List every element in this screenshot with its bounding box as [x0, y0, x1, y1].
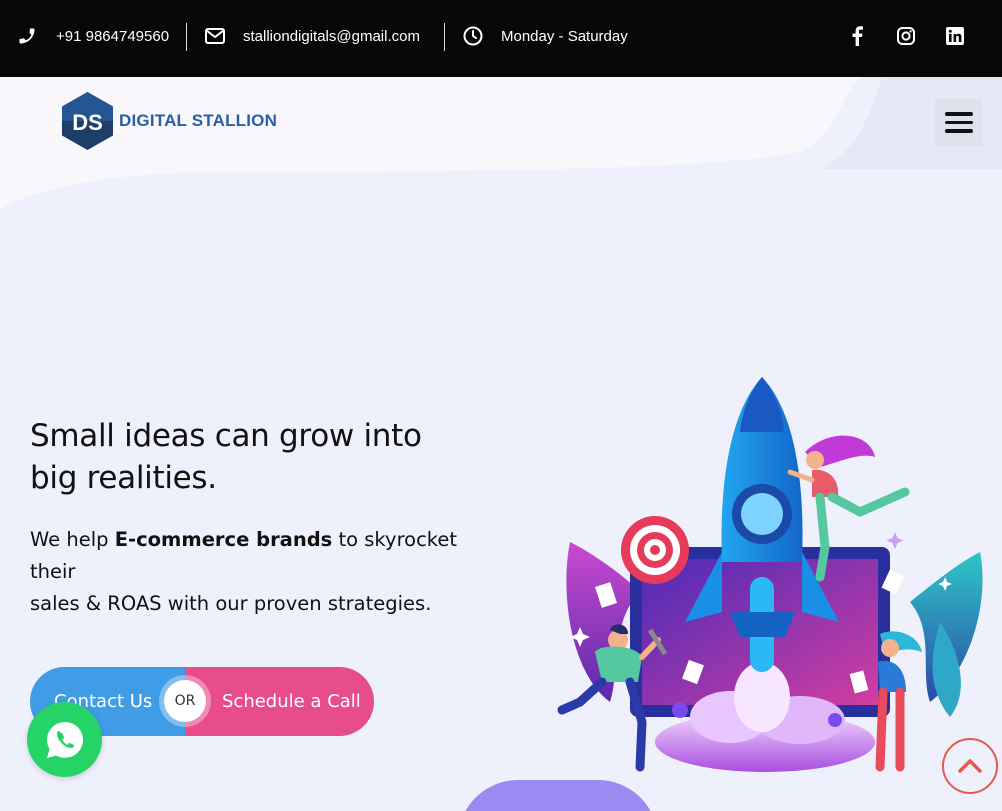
hero-sub-bold: E-commerce brands: [114, 528, 333, 551]
clock-icon: [462, 25, 484, 47]
business-hours: Monday - Saturday: [462, 25, 628, 47]
menu-line: [944, 112, 973, 116]
hamburger-menu-button[interactable]: [935, 99, 982, 146]
hero-subtitle: We help E-commerce brands to skyrocket t…: [30, 524, 460, 620]
divider: [444, 23, 445, 51]
logo-hexagon-icon: DS: [62, 92, 113, 150]
svg-text:DS: DS: [72, 110, 103, 135]
hero-title-line: Small ideas can grow into: [30, 418, 422, 454]
chevron-up-icon: [958, 759, 982, 773]
divider: [186, 23, 187, 51]
facebook-icon[interactable]: [846, 24, 868, 48]
site-logo[interactable]: DS DIGITAL STALLION: [60, 91, 277, 151]
email-contact[interactable]: stalliondigitals@gmail.com: [204, 25, 420, 47]
linkedin-icon[interactable]: [944, 24, 966, 48]
hero-sub-text: We help: [30, 528, 115, 551]
logo-text: DIGITAL STALLION: [119, 111, 278, 130]
hours-text: Monday - Saturday: [501, 27, 628, 45]
phone-icon: [16, 25, 38, 47]
hero-title-line: big realities.: [30, 460, 217, 496]
scroll-to-top-button[interactable]: [942, 738, 998, 794]
menu-line: [944, 120, 973, 125]
phone-number: +91 9864749560: [56, 27, 170, 45]
top-contact-bar: +91 9864749560 stalliondigitals@gmail.co…: [0, 0, 1002, 77]
decorative-blob: [458, 780, 658, 811]
phone-contact[interactable]: +91 9864749560: [16, 25, 169, 47]
hero-sub-text: sales & ROAS with our proven strategies.: [30, 592, 432, 615]
menu-line: [944, 129, 973, 133]
whatsapp-chat-button[interactable]: [27, 702, 102, 777]
or-badge: OR: [164, 680, 206, 722]
whatsapp-icon: [46, 721, 83, 758]
envelope-icon: [204, 25, 226, 47]
email-address: stalliondigitals@gmail.com: [243, 27, 420, 45]
social-links: [846, 24, 966, 48]
instagram-icon[interactable]: [895, 24, 917, 48]
hero-title: Small ideas can grow into big realities.: [30, 415, 470, 499]
schedule-call-button[interactable]: Schedule a Call: [185, 667, 374, 736]
rocket-launch-illustration: [557, 377, 983, 772]
